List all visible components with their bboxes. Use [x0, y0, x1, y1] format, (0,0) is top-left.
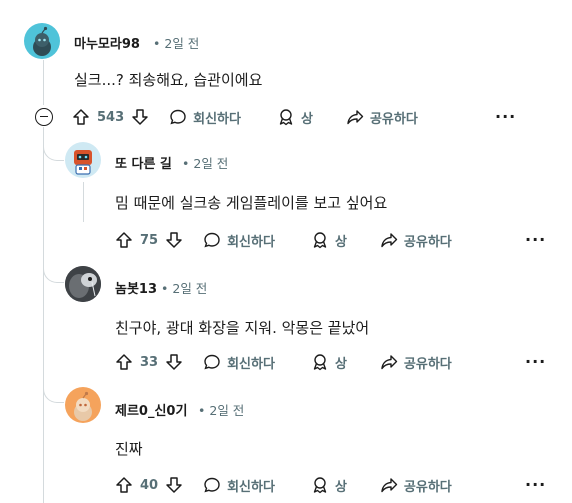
comment-body: 밈 때문에 실크송 게임플레이를 보고 싶어요	[115, 194, 388, 212]
award-label: 상	[334, 479, 347, 495]
comment-username[interactable]: 또 다른 길	[115, 153, 172, 172]
share-icon	[381, 355, 398, 370]
reply-label: 회신하다	[227, 356, 275, 372]
award-label: 상	[334, 234, 347, 250]
reply-button[interactable]: 회신하다	[203, 227, 275, 253]
separator-dot: •	[153, 36, 161, 51]
downvote-button[interactable]	[165, 227, 183, 253]
vote-count: 543	[97, 109, 125, 125]
more-options-button[interactable]: ···	[525, 230, 546, 249]
avatar[interactable]	[65, 387, 101, 423]
collapse-thread-button[interactable]	[35, 108, 53, 126]
reply-label: 회신하다	[227, 234, 275, 250]
comment-meta: • 2일 전	[159, 278, 207, 297]
downvote-button[interactable]	[165, 472, 183, 498]
upvote-button[interactable]	[115, 472, 133, 498]
award-icon	[313, 232, 327, 249]
share-icon	[381, 478, 398, 493]
share-label: 공유하다	[403, 234, 452, 250]
upvote-button[interactable]	[115, 227, 133, 253]
upvote-icon	[116, 354, 132, 370]
comment-bubble-icon	[204, 477, 220, 493]
comment-username[interactable]: 마누모라98	[74, 33, 140, 52]
award-button[interactable]: 상	[277, 104, 313, 130]
comment-body: 실크...? 죄송해요, 습관이에요	[74, 71, 263, 89]
more-options-button[interactable]: ···	[525, 352, 546, 371]
reply-button[interactable]: 회신하다	[203, 472, 275, 498]
comment-time: 2일 전	[164, 36, 200, 51]
comment-actions: 75 회신하다 상 공유하다	[115, 227, 452, 253]
downvote-icon	[166, 232, 182, 248]
avatar[interactable]	[24, 23, 60, 59]
avatar[interactable]	[65, 266, 101, 302]
vote-count: 33	[140, 354, 159, 370]
award-button[interactable]: 상	[311, 472, 347, 498]
share-button[interactable]: 공유하다	[346, 104, 418, 130]
comment-actions: 40 회신하다 상 공유하다	[115, 472, 452, 498]
downvote-icon	[132, 109, 148, 125]
comment-meta: • 2일 전	[151, 33, 199, 52]
award-label: 상	[334, 356, 347, 372]
comment-meta: • 2일 전	[196, 400, 244, 419]
downvote-icon	[166, 354, 182, 370]
comment-body: 친구야, 광대 화장을 지워. 악몽은 끝났어	[115, 319, 370, 337]
share-button[interactable]: 공유하다	[380, 227, 452, 253]
thread-line-main	[43, 127, 44, 503]
share-button[interactable]: 공유하다	[380, 472, 452, 498]
more-options-button[interactable]: ···	[495, 107, 516, 126]
share-icon	[381, 233, 398, 248]
upvote-icon	[73, 109, 89, 125]
reply-button[interactable]: 회신하다	[203, 349, 275, 375]
award-button[interactable]: 상	[311, 349, 347, 375]
comment-actions: 543 회신하다 상 공유하다	[72, 104, 418, 130]
thread-curve	[43, 144, 64, 161]
thread-line-main	[43, 60, 44, 105]
comment-username[interactable]: 놈봇13	[115, 278, 157, 297]
comment-time: 2일 전	[193, 156, 229, 171]
upvote-icon	[116, 477, 132, 493]
separator-dot: •	[161, 281, 169, 296]
comment-time: 2일 전	[209, 403, 245, 418]
award-button[interactable]: 상	[311, 227, 347, 253]
robot-avatar-icon	[74, 150, 92, 175]
comment-body: 진짜	[115, 440, 143, 458]
thread-line-reply	[83, 182, 84, 222]
comment-bubble-icon	[204, 354, 220, 370]
reply-button[interactable]: 회신하다	[169, 104, 241, 130]
comment-time: 2일 전	[172, 281, 208, 296]
award-icon	[313, 354, 327, 371]
upvote-button[interactable]	[72, 104, 90, 130]
thread-curve	[43, 266, 64, 283]
comment-actions: 33 회신하다 상 공유하다	[115, 349, 452, 375]
reply-label: 회신하다	[193, 111, 241, 127]
comment-username[interactable]: 제르0_신0기	[115, 400, 187, 419]
vote-count: 75	[140, 232, 159, 248]
more-options-button[interactable]: ···	[525, 475, 546, 494]
share-icon	[347, 110, 364, 125]
share-label: 공유하다	[369, 111, 418, 127]
avatar[interactable]	[65, 142, 101, 178]
comment-bubble-icon	[170, 109, 186, 125]
downvote-button[interactable]	[131, 104, 149, 130]
upvote-icon	[116, 232, 132, 248]
thread-curve	[43, 386, 64, 403]
upvote-button[interactable]	[115, 349, 133, 375]
separator-dot: •	[182, 156, 190, 171]
share-label: 공유하다	[403, 356, 452, 372]
comment-meta: • 2일 전	[180, 153, 228, 172]
share-button[interactable]: 공유하다	[380, 349, 452, 375]
snoo-avatar-icon	[33, 26, 51, 56]
downvote-button[interactable]	[165, 349, 183, 375]
downvote-icon	[166, 477, 182, 493]
award-icon	[313, 477, 327, 494]
reply-label: 회신하다	[227, 479, 275, 495]
award-icon	[279, 109, 293, 126]
vote-count: 40	[140, 477, 159, 493]
award-label: 상	[300, 111, 313, 127]
snoo-avatar-icon	[74, 391, 92, 421]
photo-avatar-icon	[65, 266, 101, 302]
comment-bubble-icon	[204, 232, 220, 248]
separator-dot: •	[198, 403, 206, 418]
share-label: 공유하다	[403, 479, 452, 495]
